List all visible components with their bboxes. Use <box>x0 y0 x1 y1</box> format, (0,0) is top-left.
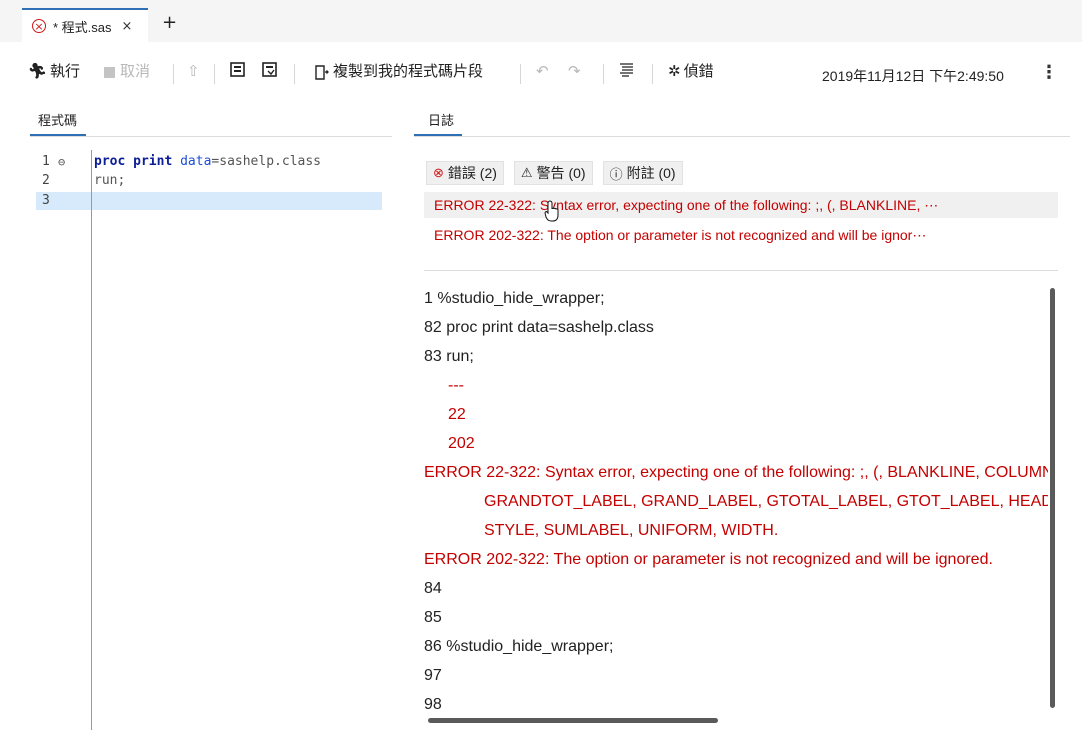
format-icon <box>620 63 633 77</box>
error-circle-icon: × <box>32 19 46 33</box>
copy-snippet-label: 複製到我的程式碼片段 <box>333 63 484 80</box>
log-line: 85 <box>424 609 442 626</box>
warnings-filter-label: 警告 (0) <box>536 165 586 181</box>
code-attribute: data <box>172 154 212 169</box>
log-line: 97 <box>424 667 442 684</box>
tab-close-button[interactable]: × <box>122 19 133 34</box>
toolbar-divider <box>603 64 604 84</box>
code-rest: =sashelp.class <box>211 154 321 169</box>
submit-button[interactable]: ⇧ <box>187 62 203 82</box>
save-as-icon <box>262 62 277 77</box>
code-keyword: proc print <box>94 154 173 169</box>
log-line: 83 run; <box>424 348 474 365</box>
warnings-filter-button[interactable]: ⚠ 警告 (0) <box>513 161 593 185</box>
code-editor[interactable]: 1 ⊖ proc print data=sashelp.class 2 run;… <box>36 150 392 730</box>
line-number: 3 <box>42 193 50 208</box>
tab-program-sas[interactable]: × * 程式.sas × <box>22 8 148 42</box>
redo-icon: ↷ <box>568 63 581 80</box>
undo-icon: ↶ <box>536 63 549 80</box>
log-filters: ⊗ 錯誤 (2) ⚠ 警告 (0) ⓘ 附註 (0) <box>426 161 683 185</box>
run-button[interactable]: 🏃︎ 執行 <box>28 62 80 82</box>
save-icon <box>230 62 245 77</box>
code-text: run; <box>94 173 126 188</box>
log-output[interactable]: 1 %studio_hide_wrapper; 82 proc print da… <box>424 284 1048 720</box>
tab-code[interactable]: 程式碼 <box>38 110 77 129</box>
tab-title: * 程式.sas <box>53 19 112 35</box>
toolbar-divider <box>214 64 215 84</box>
log-line: --- <box>448 377 464 394</box>
horizontal-scrollbar[interactable] <box>428 718 718 723</box>
log-line: 22 <box>448 406 466 423</box>
toolbar: 🏃︎ 執行 取消 ⇧ 複製到我的程式碼片段 ↶ ↷ ✲ 偵錯 2019年11月1… <box>0 42 1082 102</box>
debug-label: 偵錯 <box>683 63 714 80</box>
log-line: 1 %studio_hide_wrapper; <box>424 290 605 307</box>
toolbar-divider <box>520 64 521 84</box>
stop-icon <box>104 66 115 78</box>
log-error-line: GRANDTOT_LABEL, GRAND_LABEL, GTOTAL_LABE… <box>484 493 1048 510</box>
log-error-line: ERROR 22-322: Syntax error, expecting on… <box>424 464 1048 481</box>
timestamp: 2019年11月12日 下午2:49:50 <box>822 68 1004 84</box>
divider <box>30 136 392 137</box>
log-error-line: ERROR 202-322: The option or parameter i… <box>424 551 993 568</box>
toolbar-divider <box>652 64 653 84</box>
submit-icon: ⇧ <box>187 63 200 80</box>
log-line: 86 %studio_hide_wrapper; <box>424 638 614 655</box>
hand-cursor-icon <box>544 200 559 222</box>
gutter-divider <box>91 150 92 730</box>
cancel-button[interactable]: 取消 <box>104 62 150 82</box>
cancel-label: 取消 <box>120 63 151 80</box>
error-summary-item[interactable]: ERROR 22-322: Syntax error, expecting on… <box>424 192 1058 218</box>
format-code-button[interactable] <box>619 62 634 77</box>
copy-snippet-button[interactable]: 複製到我的程式碼片段 <box>314 62 483 82</box>
log-line: 84 <box>424 580 442 597</box>
tab-log[interactable]: 日誌 <box>428 110 454 129</box>
run-icon: 🏃︎ <box>28 63 48 80</box>
code-line[interactable]: 2 run; <box>36 172 382 190</box>
log-error-line: STYLE, SUMLABEL, UNIFORM, WIDTH. <box>484 522 779 539</box>
debug-icon: ✲ <box>668 63 681 80</box>
notes-filter-label: 附註 (0) <box>626 165 676 181</box>
save-button[interactable] <box>230 62 245 77</box>
error-summary-item[interactable]: ERROR 202-322: The option or parameter i… <box>424 222 1058 248</box>
redo-button[interactable]: ↷ <box>568 62 581 82</box>
code-text: proc print data=sashelp.class <box>94 153 321 171</box>
notes-filter-button[interactable]: ⓘ 附註 (0) <box>602 161 683 185</box>
save-as-button[interactable] <box>262 62 277 77</box>
toolbar-divider <box>294 64 295 84</box>
code-line-active[interactable]: 3 <box>36 192 382 210</box>
toolbar-divider <box>173 64 174 84</box>
line-number: 2 <box>42 173 50 188</box>
code-line[interactable]: 1 ⊖ proc print data=sashelp.class <box>36 153 382 171</box>
log-line: 98 <box>424 696 442 713</box>
line-number: 1 <box>42 154 50 169</box>
copy-snippet-icon <box>315 64 329 80</box>
error-circle-icon: ⊗ <box>433 165 444 180</box>
divider <box>414 136 1070 137</box>
warning-icon: ⚠ <box>520 165 533 180</box>
errors-filter-label: 錯誤 (2) <box>447 165 497 181</box>
log-line: 202 <box>448 435 475 452</box>
run-label: 執行 <box>50 63 81 80</box>
fold-icon[interactable]: ⊖ <box>58 153 65 171</box>
tab-bar: × * 程式.sas × + <box>0 0 1082 42</box>
info-icon: ⓘ <box>609 166 623 182</box>
add-tab-button[interactable]: + <box>162 14 177 32</box>
errors-filter-button[interactable]: ⊗ 錯誤 (2) <box>426 161 504 185</box>
undo-button[interactable]: ↶ <box>536 62 549 82</box>
divider <box>424 270 1058 271</box>
log-line: 82 proc print data=sashelp.class <box>424 319 654 336</box>
debug-button[interactable]: ✲ 偵錯 <box>668 62 714 82</box>
kebab-icon[interactable]: ⋮ <box>1040 62 1058 83</box>
vertical-scrollbar[interactable] <box>1050 288 1055 708</box>
